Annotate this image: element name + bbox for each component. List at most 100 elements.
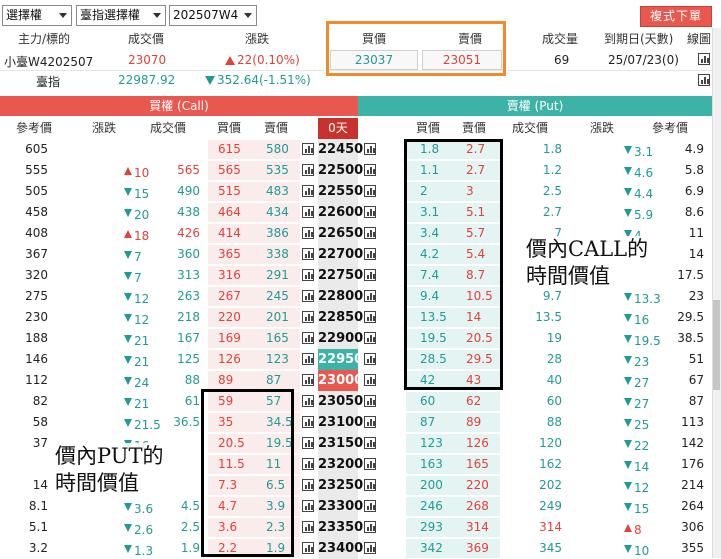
table-row[interactable]: 458 20 438 464 434 22600 3.1 5.1 2.7 5.9 8.6 <box>0 202 712 223</box>
call-ask-price[interactable]: 165 <box>266 331 289 345</box>
chart-icon[interactable] <box>302 290 314 302</box>
chart-icon[interactable] <box>364 290 376 302</box>
table-row[interactable]: 605 615 580 22450 1.8 2.7 1.8 3.1 4.9 <box>0 139 712 160</box>
chart-icon[interactable] <box>364 542 376 554</box>
chart-icon[interactable] <box>302 143 314 155</box>
table-row[interactable]: 555 10 565 565 535 22500 1.1 2.7 1.2 4.6 5.8 <box>0 160 712 181</box>
chart-icon[interactable] <box>302 185 314 197</box>
chart-icon[interactable] <box>302 206 314 218</box>
call-bid-price[interactable]: 169 <box>218 331 241 345</box>
call-ask-price[interactable]: 123 <box>266 352 289 366</box>
table-row[interactable]: 230 12 218 220 201 22850 13.5 14 13.5 16 29.5 <box>0 307 712 328</box>
combo-order-button[interactable]: 複式下單 <box>640 6 712 27</box>
put-ask-price[interactable]: 62 <box>466 394 481 408</box>
call-ask-price[interactable]: 580 <box>266 142 289 156</box>
chart-icon[interactable] <box>302 227 314 239</box>
put-bid-price[interactable]: 60 <box>420 394 435 408</box>
chart-icon[interactable] <box>302 311 314 323</box>
scrollbar-track[interactable] <box>712 28 721 558</box>
contract-select[interactable]: 202507W4 <box>169 5 257 26</box>
chart-icon[interactable] <box>364 332 376 344</box>
chart-icon[interactable] <box>364 248 376 260</box>
call-ask-price[interactable]: 338 <box>266 247 289 261</box>
chart-icon[interactable] <box>364 227 376 239</box>
call-bid-price[interactable]: 267 <box>218 289 241 303</box>
call-bid-price[interactable]: 89 <box>218 373 233 387</box>
chart-icon[interactable] <box>364 416 376 428</box>
scrollbar-thumb[interactable] <box>713 300 720 390</box>
chart-icon[interactable] <box>302 164 314 176</box>
table-row[interactable]: 146 21 125 126 123 22950 28.5 29.5 28 23 51 <box>0 349 712 370</box>
table-row[interactable]: 8.1 3.6 4.5 4.7 3.9 23300 246 268 249 15 264 <box>0 496 712 517</box>
call-ask-price[interactable]: 201 <box>266 310 289 324</box>
call-bid-price[interactable]: 126 <box>218 352 241 366</box>
chart-icon[interactable] <box>364 269 376 281</box>
call-bid-price[interactable]: 515 <box>218 184 241 198</box>
table-row[interactable]: 3.2 1.3 1.9 2.2 1.9 23400 342 369 345 10 355 <box>0 538 712 559</box>
put-ask-price[interactable]: 369 <box>466 541 489 555</box>
chart-icon[interactable] <box>302 542 314 554</box>
call-ask-price[interactable]: 291 <box>266 268 289 282</box>
chart-icon[interactable] <box>302 395 314 407</box>
put-ask-price[interactable]: 220 <box>466 478 489 492</box>
chart-icon[interactable] <box>302 374 314 386</box>
call-bid-price[interactable]: 464 <box>218 205 241 219</box>
chart-icon[interactable] <box>364 374 376 386</box>
table-row[interactable]: 82 21 61 59 57 23050 60 62 60 27 87 <box>0 391 712 412</box>
put-bid-price[interactable]: 123 <box>420 436 443 450</box>
call-ask-price[interactable]: 535 <box>266 163 289 177</box>
call-bid-price[interactable]: 316 <box>218 268 241 282</box>
table-row[interactable]: 188 21 167 169 165 22900 19.5 20.5 19 19.5 38.5 <box>0 328 712 349</box>
put-ask-price[interactable]: 89 <box>466 415 481 429</box>
chart-icon[interactable] <box>302 479 314 491</box>
chart-icon[interactable] <box>302 437 314 449</box>
call-bid-price[interactable]: 615 <box>218 142 241 156</box>
chart-icon[interactable] <box>364 143 376 155</box>
put-ask-price[interactable]: 126 <box>466 436 489 450</box>
table-row[interactable]: 112 24 88 89 87 23000 42 43 40 27 67 <box>0 370 712 391</box>
chart-icon[interactable] <box>364 395 376 407</box>
table-row[interactable]: 58 21.5 36.5 35 34.5 23100 87 89 88 25 113 <box>0 412 712 433</box>
option-type-select[interactable]: 選擇權 <box>2 5 72 26</box>
put-bid-price[interactable]: 246 <box>420 499 443 513</box>
call-ask-price[interactable]: 483 <box>266 184 289 198</box>
call-ask-price[interactable]: 386 <box>266 226 289 240</box>
call-bid-price[interactable]: 565 <box>218 163 241 177</box>
chart-icon[interactable] <box>302 500 314 512</box>
chart-icon[interactable] <box>364 206 376 218</box>
call-ask-price[interactable]: 87 <box>266 373 281 387</box>
chart-icon[interactable] <box>364 521 376 533</box>
chart-icon[interactable] <box>302 353 314 365</box>
chart-icon[interactable] <box>302 521 314 533</box>
chart-icon[interactable] <box>698 53 710 65</box>
chart-icon[interactable] <box>302 332 314 344</box>
put-bid-price[interactable]: 87 <box>420 415 435 429</box>
chart-icon[interactable] <box>364 311 376 323</box>
call-bid-price[interactable]: 220 <box>218 310 241 324</box>
chart-icon[interactable] <box>364 353 376 365</box>
chart-icon[interactable] <box>364 500 376 512</box>
chart-icon[interactable] <box>302 269 314 281</box>
chart-icon[interactable] <box>302 416 314 428</box>
underlying-select[interactable]: 臺指選擇權 <box>76 5 166 26</box>
chart-icon[interactable] <box>364 164 376 176</box>
put-bid-price[interactable]: 342 <box>420 541 443 555</box>
put-bid-price[interactable]: 293 <box>420 520 443 534</box>
chart-icon[interactable] <box>364 437 376 449</box>
chart-icon[interactable] <box>364 479 376 491</box>
call-ask-price[interactable]: 245 <box>266 289 289 303</box>
chart-icon[interactable] <box>302 248 314 260</box>
table-row[interactable]: 5.1 2.6 2.5 3.6 2.3 23350 293 314 314 8 306 <box>0 517 712 538</box>
chart-icon[interactable] <box>698 74 710 86</box>
chart-icon[interactable] <box>364 185 376 197</box>
put-ask-price[interactable]: 268 <box>466 499 489 513</box>
put-ask-price[interactable]: 165 <box>466 457 489 471</box>
call-ask-price[interactable]: 434 <box>266 205 289 219</box>
call-bid-price[interactable]: 365 <box>218 247 241 261</box>
call-bid-price[interactable]: 414 <box>218 226 241 240</box>
chart-icon[interactable] <box>302 458 314 470</box>
put-bid-price[interactable]: 200 <box>420 478 443 492</box>
put-bid-price[interactable]: 163 <box>420 457 443 471</box>
chart-icon[interactable] <box>364 458 376 470</box>
put-ask-price[interactable]: 314 <box>466 520 489 534</box>
